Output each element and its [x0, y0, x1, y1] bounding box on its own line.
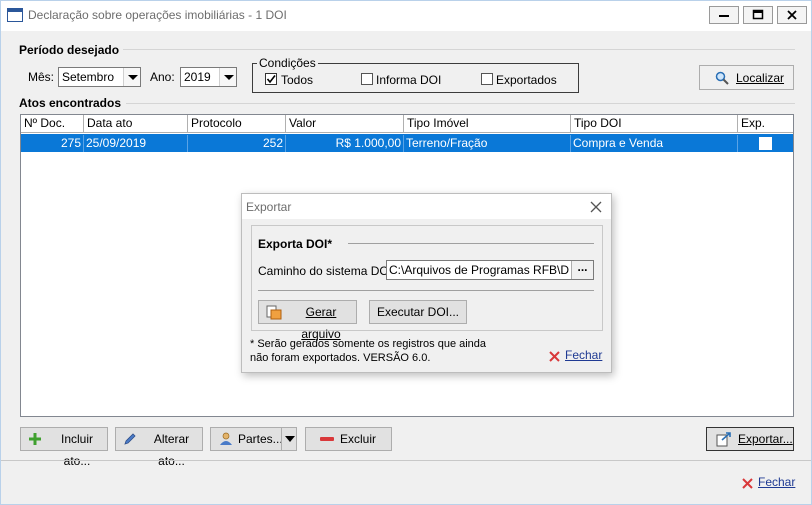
exportados-checkbox[interactable] — [481, 73, 493, 85]
incluir-label: Incluir ato... — [60, 432, 93, 468]
todos-label: Todos — [281, 73, 314, 87]
column-header-tipo-imovel[interactable]: Tipo Imóvel — [404, 115, 571, 133]
close-icon[interactable] — [590, 201, 602, 213]
alterar-label: Alterar ato... — [153, 432, 190, 468]
window-title: Declaração sobre operações imobiliárias … — [28, 8, 287, 22]
chevron-down-icon[interactable] — [123, 68, 140, 86]
dialog-title: Exportar — [246, 200, 292, 214]
app-window-icon — [7, 8, 23, 22]
ano-value: 2019 — [184, 70, 211, 84]
divider — [281, 428, 282, 450]
plus-icon — [29, 433, 41, 445]
alterar-ato-button[interactable]: Alterar ato... — [115, 427, 203, 468]
incluir-ato-button[interactable]: Incluir ato... — [20, 427, 108, 468]
todos-checkbox[interactable] — [265, 73, 277, 85]
cell-data: 25/09/2019 — [84, 135, 188, 152]
exportar-button[interactable]: Exportar... — [706, 427, 794, 451]
maximize-icon — [752, 9, 764, 20]
chevron-down-icon[interactable] — [219, 68, 236, 86]
excluir-button[interactable]: Excluir — [305, 427, 392, 451]
excluir-label: Excluir — [340, 432, 377, 446]
note-line-2: não foram exportados. VERSÃO 6.0. — [250, 352, 431, 364]
informa-doi-label: Informa DOI — [376, 73, 442, 87]
maximize-button[interactable] — [743, 6, 773, 24]
exp-checkbox[interactable] — [759, 137, 772, 150]
informa-doi-checkbox[interactable] — [361, 73, 373, 85]
caminho-input[interactable]: C:\Arquivos de Programas RFB\DOI6\ ... — [386, 260, 594, 280]
exportar-dialog: Exportar Exporta DOI* Caminho do sistema… — [241, 193, 612, 373]
close-x-icon — [742, 478, 753, 489]
search-icon — [715, 71, 729, 85]
divider — [123, 49, 795, 50]
fechar-label: Fechar — [758, 475, 796, 489]
file-generate-icon — [266, 305, 282, 320]
minimize-icon — [719, 15, 729, 17]
minimize-button[interactable] — [709, 6, 739, 24]
close-icon — [787, 10, 797, 20]
divider — [126, 103, 795, 104]
periodo-group-title: Período desejado — [19, 43, 120, 57]
dropdown-arrow-icon[interactable] — [285, 436, 295, 442]
executar-doi-button[interactable]: Executar DOI... — [369, 300, 467, 324]
exportar-label: Exportar... — [738, 432, 793, 446]
partes-button[interactable]: Partes... — [210, 427, 297, 451]
main-window: Declaração sobre operações imobiliárias … — [0, 0, 812, 505]
exportados-label: Exportados — [496, 73, 557, 87]
cell-tipo-imovel: Terreno/Fração — [404, 135, 571, 152]
close-button[interactable] — [777, 6, 807, 24]
divider — [258, 290, 594, 291]
column-header-protocolo[interactable]: Protocolo — [188, 115, 286, 133]
cell-doc: 275 — [21, 135, 84, 152]
user-icon — [220, 432, 232, 445]
gerar-arquivo-button[interactable]: Gerar arquivo — [258, 300, 357, 341]
close-x-icon — [549, 351, 560, 362]
caminho-value: C:\Arquivos de Programas RFB\DOI6\ — [389, 263, 569, 277]
condicoes-title: Condições — [257, 56, 318, 70]
minus-icon — [320, 437, 334, 441]
mes-value: Setembro — [62, 70, 115, 84]
partes-label: Partes... — [238, 432, 283, 446]
divider — [1, 460, 811, 461]
dialog-panel: Exporta DOI* Caminho do sistema DOI: C:\… — [251, 225, 603, 341]
cell-valor: R$ 1.000,00 — [286, 135, 404, 152]
dialog-title-bar[interactable]: Exportar — [242, 194, 611, 219]
localizar-label: Localizar — [736, 71, 785, 85]
mes-label: Mês: — [28, 70, 55, 84]
note-line-1: * Serão gerados somente os registros que… — [250, 338, 487, 350]
cell-protocolo: 252 — [188, 135, 286, 152]
column-header-tipo-doi[interactable]: Tipo DOI — [571, 115, 738, 133]
fechar-link[interactable]: Fechar — [739, 475, 799, 491]
export-icon — [716, 432, 731, 447]
dialog-fechar-link[interactable]: Fechar — [547, 348, 607, 364]
title-bar[interactable]: Declaração sobre operações imobiliárias … — [1, 1, 811, 31]
ano-select[interactable]: 2019 — [180, 67, 237, 87]
atos-group-title: Atos encontrados — [19, 96, 122, 110]
cell-tipo-doi: Compra e Venda — [571, 135, 738, 152]
export-section-title: Exporta DOI* — [258, 237, 333, 251]
divider — [348, 243, 594, 244]
mes-select[interactable]: Setembro — [58, 67, 141, 87]
check-icon — [266, 75, 276, 84]
dialog-fechar-label: Fechar — [565, 348, 603, 362]
ano-label: Ano: — [150, 70, 175, 84]
caminho-label: Caminho do sistema DOI: — [258, 264, 396, 278]
column-header-data[interactable]: Data ato — [84, 115, 188, 133]
browse-button[interactable]: ... — [571, 261, 593, 279]
column-header-valor[interactable]: Valor — [286, 115, 404, 133]
column-header-exp[interactable]: Exp. — [738, 115, 793, 133]
localizar-button[interactable]: Localizar — [699, 65, 794, 90]
pencil-icon — [124, 433, 136, 445]
column-header-doc[interactable]: Nº Doc. — [21, 115, 84, 133]
